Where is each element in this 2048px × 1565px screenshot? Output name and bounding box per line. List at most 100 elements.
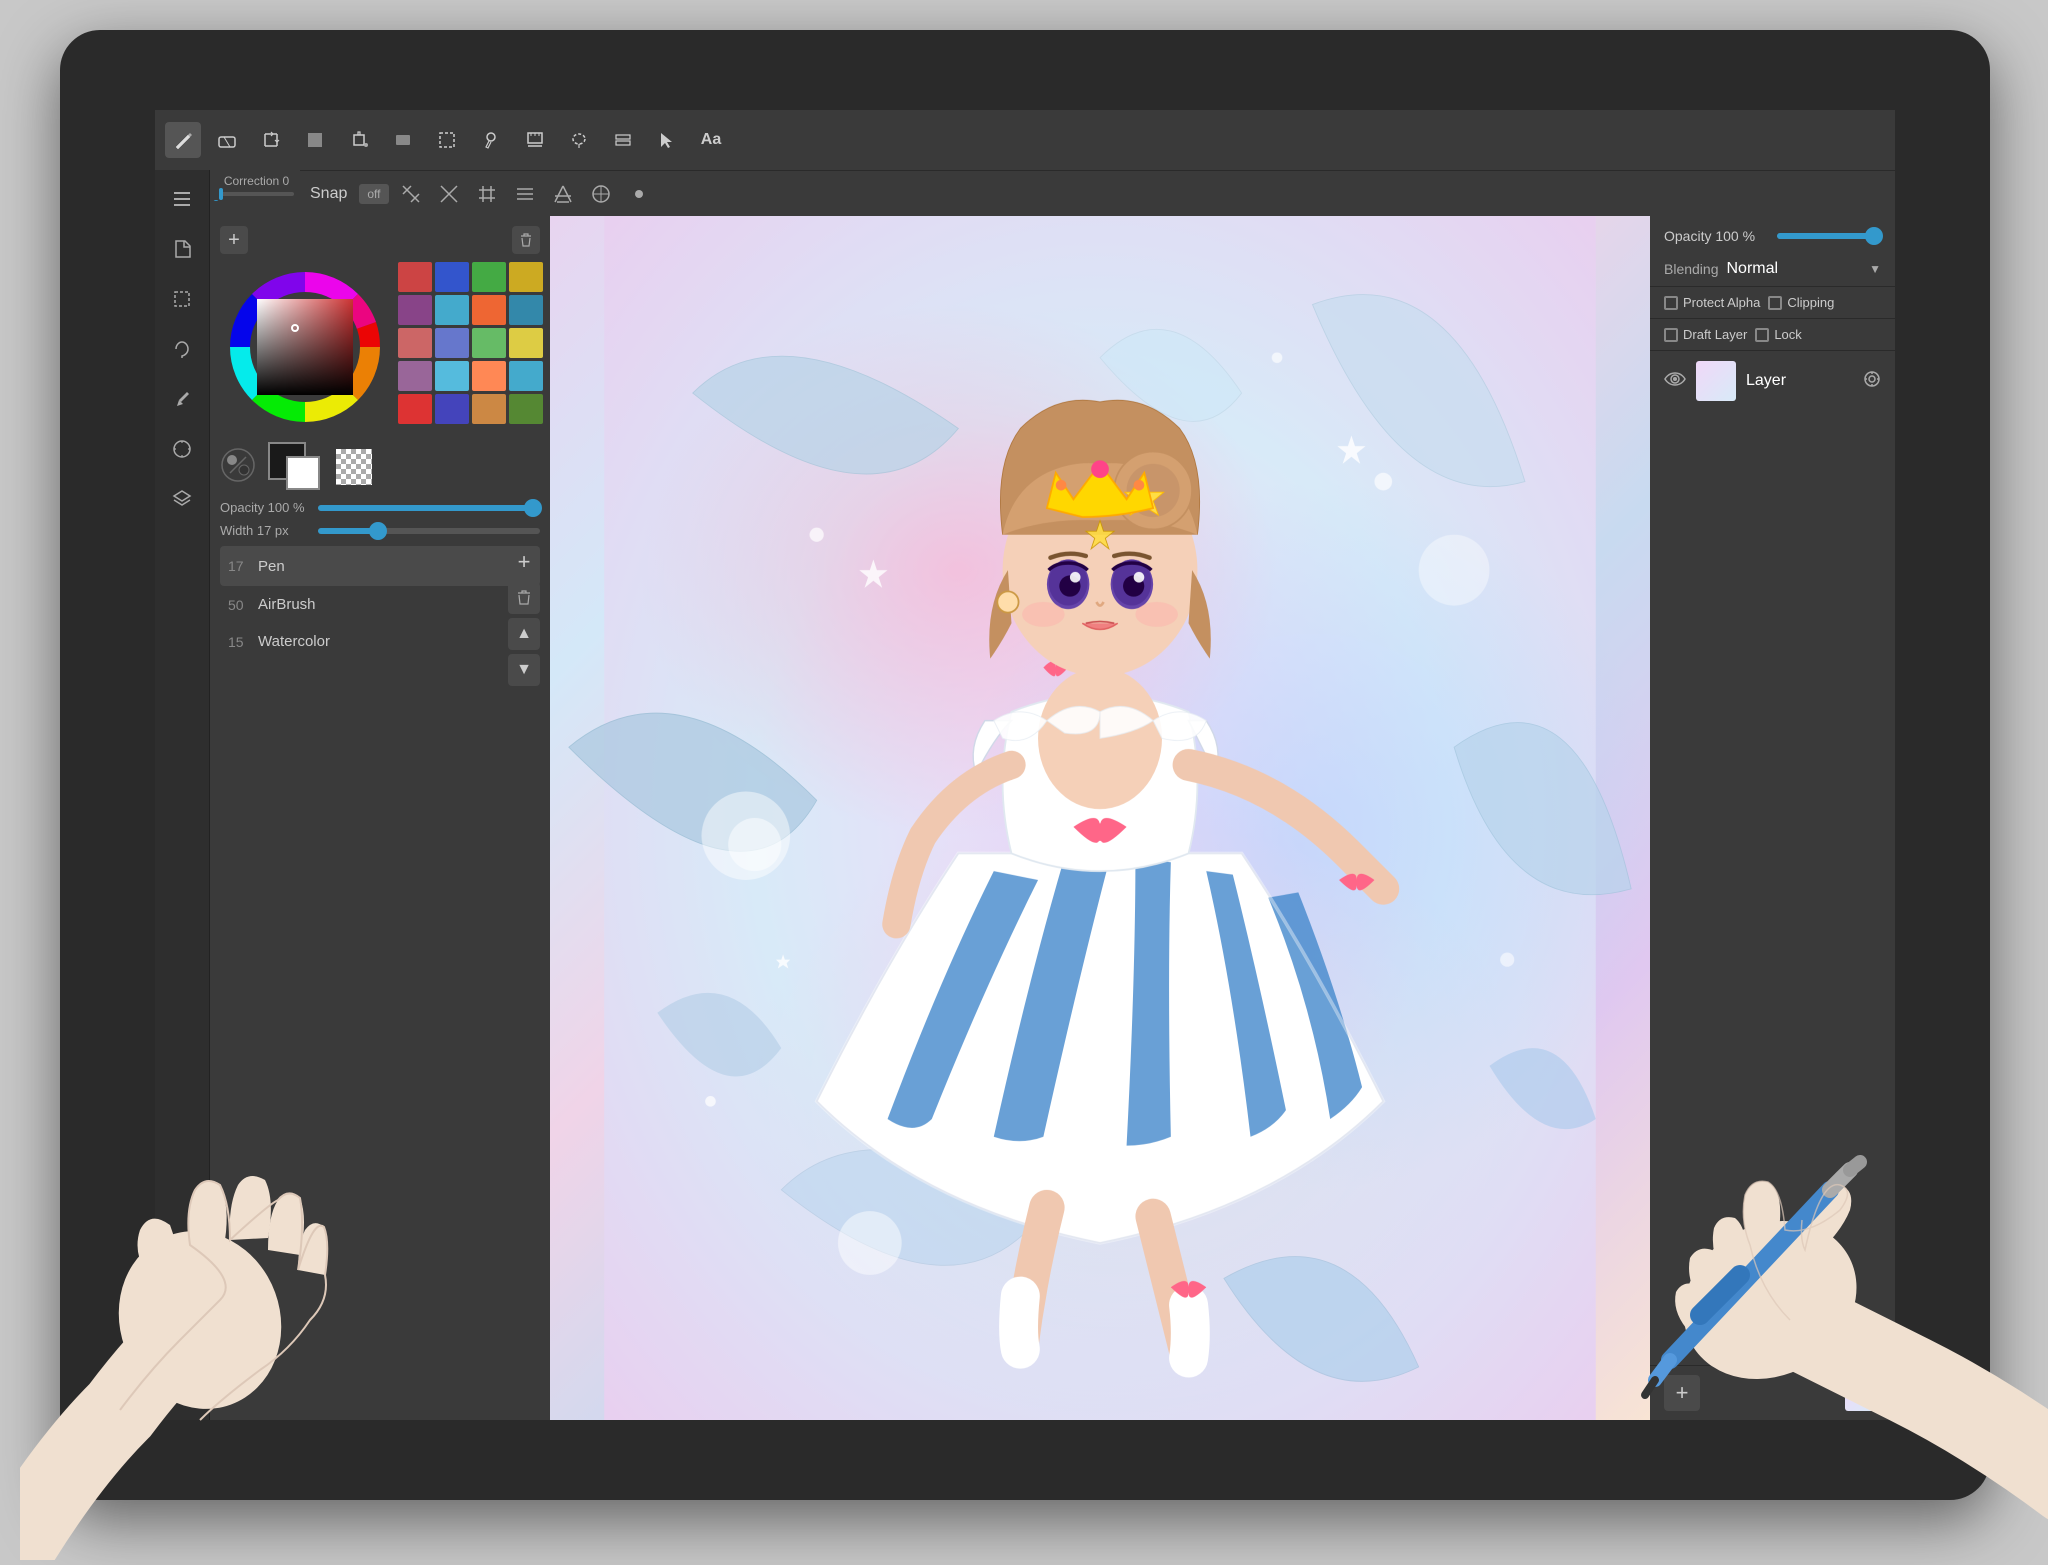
draft-layer-checkbox[interactable] bbox=[1664, 328, 1678, 342]
brush-item-airbrush[interactable]: 50 AirBrush bbox=[220, 586, 540, 623]
clipping-label: Clipping bbox=[1787, 295, 1834, 310]
layer-thumbnail bbox=[1696, 361, 1736, 401]
layer-visibility-icon[interactable] bbox=[1664, 371, 1686, 392]
add-swatch-button[interactable]: + bbox=[220, 226, 248, 254]
snap-extra-icon[interactable] bbox=[623, 178, 655, 210]
swatch-item[interactable] bbox=[435, 394, 469, 424]
width-slider-track[interactable] bbox=[318, 528, 540, 534]
blending-dropdown-icon[interactable]: ▼ bbox=[1869, 262, 1881, 276]
delete-brush-button[interactable] bbox=[508, 582, 540, 614]
layers-icon[interactable] bbox=[163, 480, 201, 518]
snap-perspective-icon[interactable] bbox=[547, 178, 579, 210]
protect-alpha-checkbox[interactable] bbox=[1664, 296, 1678, 310]
width-thumb[interactable] bbox=[369, 522, 387, 540]
correction-thumb[interactable] bbox=[219, 188, 223, 200]
fill-tool[interactable] bbox=[297, 122, 333, 158]
brush-actions: + ▲ ▼ bbox=[508, 546, 540, 686]
move-brush-down-button[interactable]: ▼ bbox=[508, 654, 540, 686]
color-wheel[interactable] bbox=[220, 262, 390, 432]
swatch-item[interactable] bbox=[435, 295, 469, 325]
swatch-item[interactable] bbox=[509, 262, 543, 292]
add-layer-button[interactable]: + bbox=[1664, 1375, 1700, 1411]
protect-alpha-checkbox-item: Protect Alpha bbox=[1664, 295, 1760, 310]
snap-horizontal-icon[interactable] bbox=[509, 178, 541, 210]
swatch-item[interactable] bbox=[509, 295, 543, 325]
tablet-frame: Aa Opacity 100 % Snap off bbox=[60, 30, 1990, 1500]
new-file-icon[interactable] bbox=[163, 230, 201, 268]
swatch-item[interactable] bbox=[472, 262, 506, 292]
correction-slider[interactable] bbox=[219, 192, 294, 196]
opacity-slider[interactable] bbox=[1777, 233, 1882, 239]
pen-tool[interactable] bbox=[165, 122, 201, 158]
checkboxes-row: Protect Alpha Clipping bbox=[1650, 287, 1895, 319]
layer-item[interactable]: Layer bbox=[1650, 351, 1895, 411]
transparent-color[interactable] bbox=[336, 449, 372, 485]
right-panel: Opacity 100 % Blending Normal ▼ Protect … bbox=[1650, 216, 1895, 1420]
text-tool[interactable]: Aa bbox=[693, 122, 729, 158]
bucket-tool[interactable] bbox=[341, 122, 377, 158]
clipping-checkbox-item: Clipping bbox=[1768, 295, 1834, 310]
undo-icon[interactable] bbox=[163, 1372, 201, 1410]
swatch-item[interactable] bbox=[435, 328, 469, 358]
selection-icon[interactable] bbox=[163, 280, 201, 318]
clipping-checkbox[interactable] bbox=[1768, 296, 1782, 310]
swatch-item[interactable] bbox=[509, 328, 543, 358]
redo-icon[interactable] bbox=[163, 1322, 201, 1360]
swatch-item[interactable] bbox=[435, 262, 469, 292]
select-rect-tool[interactable] bbox=[429, 122, 465, 158]
blending-row: Blending Normal ▼ bbox=[1650, 252, 1895, 287]
lock-checkbox[interactable] bbox=[1755, 328, 1769, 342]
color-picker-icon[interactable] bbox=[163, 430, 201, 468]
snap-off-button[interactable]: off bbox=[359, 184, 388, 204]
stamp-tool[interactable] bbox=[517, 122, 553, 158]
opacity-label: Opacity 100 % bbox=[220, 500, 310, 515]
snap-circle-icon[interactable] bbox=[585, 178, 617, 210]
opacity-slider-track[interactable] bbox=[318, 505, 540, 511]
lasso-tool[interactable] bbox=[561, 122, 597, 158]
transform-tool[interactable] bbox=[253, 122, 289, 158]
lasso-select-icon[interactable] bbox=[163, 330, 201, 368]
swatch-item[interactable] bbox=[435, 361, 469, 391]
brush-icon[interactable] bbox=[163, 380, 201, 418]
canvas-area[interactable] bbox=[550, 216, 1650, 1420]
opacity-thumb[interactable] bbox=[524, 499, 542, 517]
swatch-item[interactable] bbox=[472, 328, 506, 358]
draft-layer-checkbox-item: Draft Layer bbox=[1664, 327, 1747, 342]
top-toolbar: Aa bbox=[155, 110, 1895, 170]
swatch-item[interactable] bbox=[398, 328, 432, 358]
layer-settings-icon[interactable] bbox=[1863, 370, 1881, 393]
snap-grid-icon[interactable] bbox=[471, 178, 503, 210]
swatch-item[interactable] bbox=[398, 394, 432, 424]
text-icon: Aa bbox=[701, 131, 721, 149]
snap-diagonal-icon[interactable] bbox=[395, 178, 427, 210]
swatch-item[interactable] bbox=[509, 394, 543, 424]
swatch-item[interactable] bbox=[398, 262, 432, 292]
color-presets bbox=[336, 449, 372, 485]
background-color[interactable] bbox=[286, 456, 320, 490]
eraser-tool[interactable] bbox=[209, 122, 245, 158]
lock-label: Lock bbox=[1774, 327, 1801, 342]
eyedropper-tool[interactable] bbox=[473, 122, 509, 158]
blending-value: Normal bbox=[1727, 260, 1870, 278]
menu-icon[interactable] bbox=[163, 180, 201, 218]
layer-name: Layer bbox=[1746, 372, 1853, 390]
color-mode-button[interactable] bbox=[220, 447, 260, 487]
swatch-item[interactable] bbox=[472, 394, 506, 424]
add-brush-button[interactable]: + bbox=[508, 546, 540, 578]
delete-swatch-button[interactable] bbox=[512, 226, 540, 254]
brush-item-pen[interactable]: 17 Pen ⚙ bbox=[220, 546, 540, 586]
layer-tool[interactable] bbox=[605, 122, 641, 158]
move-brush-up-button[interactable]: ▲ bbox=[508, 618, 540, 650]
brush-item-watercolor[interactable]: 15 Watercolor bbox=[220, 623, 540, 660]
cursor-tool[interactable] bbox=[649, 122, 685, 158]
swatch-item[interactable] bbox=[472, 295, 506, 325]
correction-panel: Correction 0 bbox=[213, 170, 300, 200]
protect-alpha-label: Protect Alpha bbox=[1683, 295, 1760, 310]
swatch-item[interactable] bbox=[398, 361, 432, 391]
shape-tool[interactable] bbox=[385, 122, 421, 158]
snap-crosshatch-icon[interactable] bbox=[433, 178, 465, 210]
swatch-item[interactable] bbox=[398, 295, 432, 325]
swatch-item[interactable] bbox=[509, 361, 543, 391]
swatch-item[interactable] bbox=[472, 361, 506, 391]
opacity-thumb[interactable] bbox=[1865, 227, 1883, 245]
